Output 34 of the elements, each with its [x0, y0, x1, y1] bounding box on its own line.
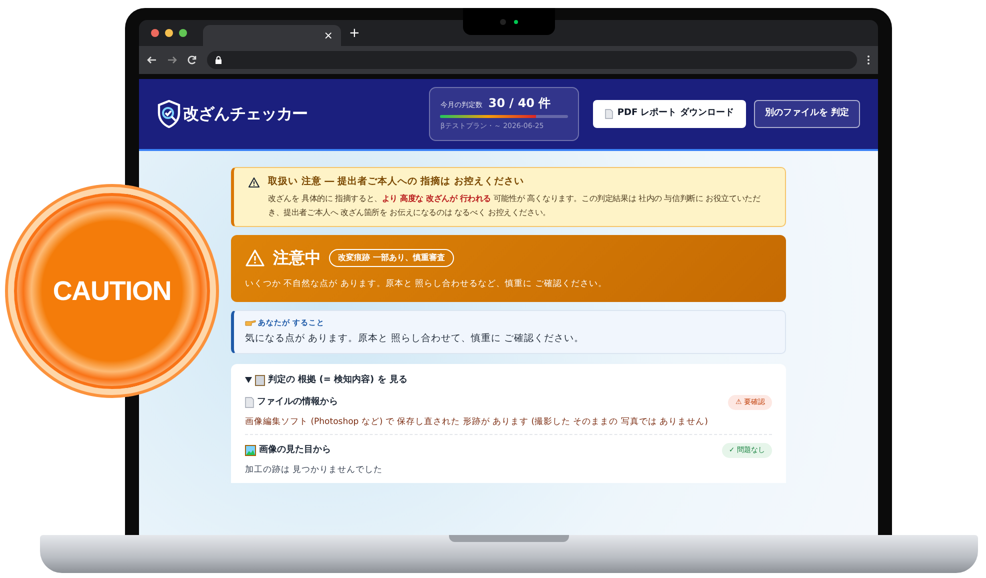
new-file-button[interactable]: 別のファイルを 判定 — [754, 100, 860, 128]
pointing-hand-icon — [245, 319, 256, 326]
forward-arrow-icon[interactable] — [167, 55, 177, 65]
notice-text: 改ざんを 具体的に 指摘すると、より 高度な 改ざんが 行われる 可能性が 高くなります。この判定結果は 社内の 与信判断に お役立ていただき、提出者ご本人へ 改ざん箇所を お伝えになるのは なるべく お控えください。 — [268, 193, 762, 219]
lock-icon — [215, 56, 222, 64]
verdict-message: いくつか 不自然な点が あります。原本と 照らし合わせるなど、慎重に ご確認ください。 — [245, 278, 608, 292]
evidence-item-title: 画像の見た目から — [259, 444, 331, 457]
new-tab-button[interactable]: + — [349, 26, 360, 40]
warning-icon — [248, 177, 260, 188]
minimize-window-icon[interactable] — [165, 29, 173, 37]
document-icon — [245, 396, 254, 408]
back-arrow-icon[interactable] — [147, 55, 157, 65]
app-logo-text: 改ざんチェッカー — [183, 103, 308, 125]
evidence-item-detail: 画像編集ソフト (Photoshop など) で 保存し直された 形跡が あります (撮影した そのままの 写真では ありません) — [245, 416, 709, 428]
notice-title: 取扱い 注意 ― 提出者ご本人への 指摘は お控えください — [268, 175, 526, 189]
close-window-icon[interactable] — [151, 29, 159, 37]
shield-logo-icon — [157, 100, 181, 128]
reload-icon[interactable] — [187, 55, 197, 65]
more-menu-icon[interactable] — [867, 55, 870, 65]
usage-count: 30 / 40 件 — [488, 95, 551, 112]
evidence-toggle[interactable]: 判定の 根拠 (= 検知内容) を 見る — [245, 374, 772, 388]
maximize-window-icon[interactable] — [179, 29, 187, 37]
picture-icon — [245, 445, 256, 456]
document-icon — [605, 109, 614, 119]
verdict-tag: 改変痕跡 一部あり、慎重審査 — [329, 249, 454, 268]
evidence-item-detail: 加工の跡は 見つかりませんでした — [245, 464, 384, 477]
verdict-title: 注意中 — [273, 247, 321, 270]
pdf-download-button[interactable]: PDF レポート ダウンロード — [593, 100, 746, 128]
clipboard-icon — [255, 374, 265, 386]
evidence-item-title: ファイルの情報から — [257, 396, 338, 409]
warning-icon — [245, 249, 265, 268]
tab-close-button[interactable]: × — [324, 30, 333, 41]
browser-tab[interactable]: × — [203, 25, 341, 46]
todo-text: 気になる点が あります。原本と 照らし合わせて、慎重に ご確認ください。 — [245, 332, 586, 346]
